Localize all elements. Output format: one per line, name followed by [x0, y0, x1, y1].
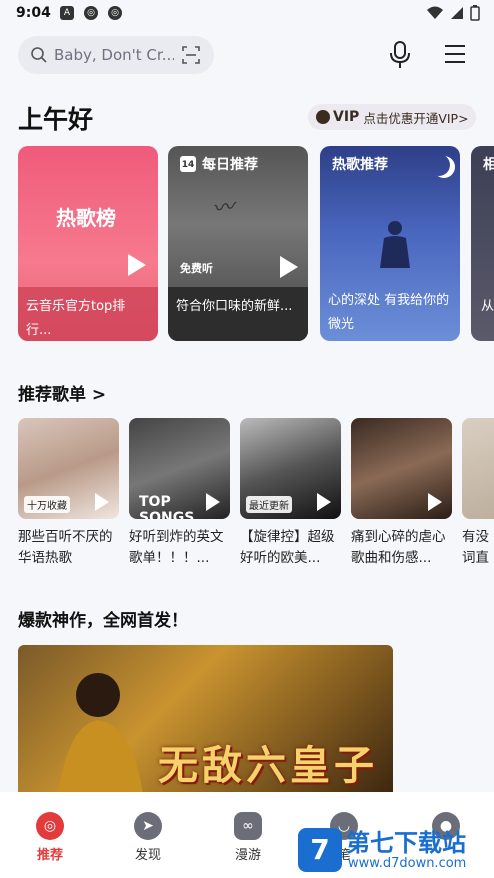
- netease-notification-icon: ◎: [84, 6, 98, 20]
- status-bar: 9:04 A ◎ ◎: [0, 0, 494, 30]
- playlist-cover: TOP SONGS: [129, 418, 230, 519]
- album-art: 〰: [210, 194, 236, 223]
- playlist-card[interactable]: 十万收藏 那些百听不厌的华语热歌: [18, 418, 119, 569]
- card-title: 热歌推荐: [332, 157, 388, 173]
- tab-label: 推荐: [36, 848, 63, 863]
- vip-badge-icon: [316, 110, 330, 124]
- card-caption: 从: [481, 299, 494, 314]
- play-icon[interactable]: [128, 254, 146, 276]
- signal-icon: [451, 7, 463, 19]
- roam-icon: ∞: [234, 812, 262, 840]
- card-caption: 心的深处 有我给你的微光: [328, 293, 450, 332]
- card-caption: 云音乐官方top排行...: [18, 287, 158, 341]
- greeting-title: 上午好: [18, 105, 94, 134]
- tab-roam[interactable]: ∞ 漫游: [218, 806, 278, 863]
- free-badge: 免费听: [180, 262, 213, 275]
- netease-notification-icon-2: ◎: [108, 6, 122, 20]
- banner-title: 无敌六皇子: [158, 742, 378, 789]
- card-title: 热歌榜: [56, 206, 116, 230]
- tab-discover[interactable]: ➤ 发现: [118, 806, 178, 863]
- card-hot-songs[interactable]: 热歌推荐 心的深处 有我给你的微光: [320, 146, 460, 341]
- moon-icon: [428, 154, 450, 176]
- section-title-new: 爆款神作，全网首发！: [18, 611, 188, 631]
- tab-recommend[interactable]: ◎ 推荐: [20, 806, 80, 863]
- status-time: 9:04: [16, 5, 51, 21]
- playlist-name: 痛到心碎的虐心歌曲和伤感...: [351, 529, 446, 566]
- playlist-tag: 最近更新: [246, 496, 292, 513]
- playlist-tag: 十万收藏: [24, 496, 70, 513]
- search-placeholder[interactable]: Baby, Don't Cr...: [54, 46, 174, 64]
- watermark: 7 第七下载站 www.d7down.com: [298, 828, 466, 872]
- wifi-icon: [427, 6, 443, 19]
- vip-label: VIP: [333, 109, 360, 125]
- play-icon[interactable]: [206, 493, 220, 511]
- compass-icon: ➤: [134, 812, 162, 840]
- calendar-icon: 14: [180, 156, 196, 172]
- netease-logo-icon: ◎: [36, 812, 64, 840]
- playlist-name: 有没词直: [462, 529, 489, 566]
- play-icon[interactable]: [317, 493, 331, 511]
- card-daily-recommend[interactable]: 14 每日推荐 〰 免费听 符合你口味的新鲜...: [168, 146, 308, 341]
- playlist-name: 好听到炸的英文歌单！！！...: [129, 529, 224, 566]
- figure-illustration: [380, 221, 410, 268]
- search-icon: [31, 47, 47, 63]
- section-title-playlists[interactable]: 推荐歌单 >: [18, 380, 106, 405]
- watermark-logo-icon: 7: [298, 828, 342, 872]
- playlist-name: 那些百听不厌的华语热歌: [18, 529, 113, 566]
- play-icon[interactable]: [280, 256, 298, 278]
- card-caption: 符合你口味的新鲜...: [168, 287, 308, 341]
- notification-a-icon: A: [60, 6, 74, 20]
- status-right: [426, 5, 480, 21]
- card-header: 14 每日推荐: [180, 154, 258, 174]
- watermark-brand: 第七下载站: [346, 828, 466, 857]
- tab-label: 漫游: [234, 848, 261, 863]
- playlist-name: 【旋律控】超级好听的欧美...: [240, 529, 335, 566]
- playlist-card[interactable]: 最近更新 【旋律控】超级好听的欧美...: [240, 418, 341, 569]
- tab-label: 发现: [134, 848, 161, 863]
- play-icon[interactable]: [428, 493, 442, 511]
- card-partial[interactable]: 相 从: [471, 146, 494, 341]
- menu-icon[interactable]: [444, 44, 466, 64]
- playlist-card[interactable]: 痛到心碎的虐心歌曲和伤感...: [351, 418, 452, 569]
- playlist-card[interactable]: 有没词直: [462, 418, 494, 569]
- card-title: 每日推荐: [202, 157, 258, 173]
- battery-icon: [470, 5, 480, 21]
- playlist-cover: [351, 418, 452, 519]
- playlist-cover: 最近更新: [240, 418, 341, 519]
- watermark-url: www.d7down.com: [348, 855, 467, 871]
- microphone-icon[interactable]: [388, 40, 412, 70]
- banner-character: [58, 673, 143, 795]
- search-bar[interactable]: Baby, Don't Cr...: [18, 36, 214, 74]
- playlist-cover: 十万收藏: [18, 418, 119, 519]
- promo-banner[interactable]: 无敌六皇子: [18, 645, 393, 795]
- vip-promo-text: 点击优惠开通VIP>: [363, 110, 469, 126]
- vip-promo-button[interactable]: VIP 点击优惠开通VIP>: [308, 104, 476, 130]
- playlist-cover: [462, 418, 494, 519]
- scan-icon[interactable]: [182, 46, 200, 64]
- playlist-card[interactable]: TOP SONGS 好听到炸的英文歌单！！！...: [129, 418, 230, 569]
- card-title: 相: [483, 157, 494, 173]
- play-icon[interactable]: [95, 493, 109, 511]
- card-hot-chart[interactable]: 热歌榜 云音乐官方top排行...: [18, 146, 158, 341]
